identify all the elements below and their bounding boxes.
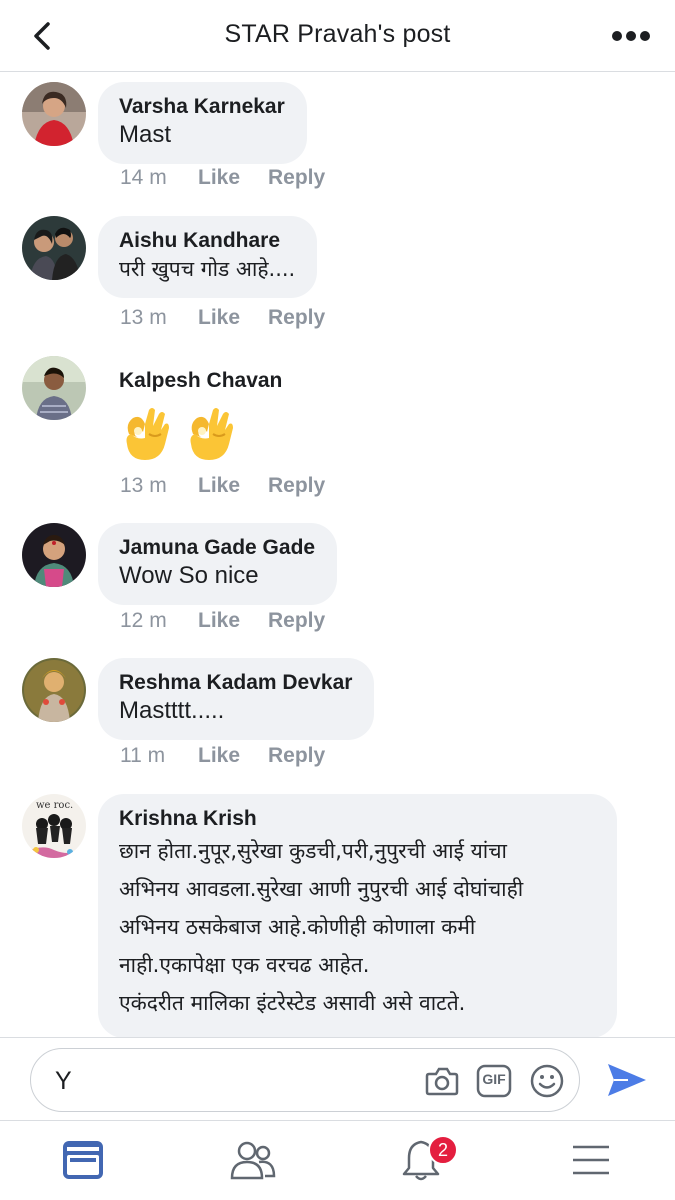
avatar[interactable] bbox=[22, 523, 86, 587]
news-feed-icon bbox=[63, 1141, 103, 1179]
comment-actions: 13 m Like Reply bbox=[120, 474, 325, 498]
comment-actions: 13 m Like Reply bbox=[120, 306, 325, 330]
comment-actions: 11 m Like Reply bbox=[120, 744, 325, 768]
comment-input-value: Y bbox=[55, 1067, 72, 1095]
like-link[interactable]: Like bbox=[198, 744, 268, 768]
comment-time: 14 m bbox=[120, 166, 167, 189]
send-icon bbox=[608, 1064, 646, 1096]
comment-bubble: Aishu Kandhare परी खुपच गोड आहे.... bbox=[98, 216, 318, 298]
comment-input[interactable]: Y GIF bbox=[30, 1048, 580, 1112]
reply-link[interactable]: Reply bbox=[268, 306, 325, 329]
camera-button[interactable] bbox=[424, 1063, 460, 1099]
comment-bubble: Varsha Karnekar Mast bbox=[98, 82, 307, 164]
more-dots-icon bbox=[612, 31, 650, 41]
comment-text: Wow So nice bbox=[119, 562, 259, 589]
comment-author[interactable]: Reshma Kadam Devkar bbox=[119, 670, 352, 696]
comment-author[interactable]: Krishna Krish bbox=[119, 806, 595, 832]
comment-composer: Y GIF bbox=[0, 1037, 675, 1120]
ok-hand-emoji-icon bbox=[126, 408, 169, 460]
emoji-icon bbox=[530, 1064, 564, 1098]
comment-text: छान होता.नुपूर,सुरेखा कुडची,परी,नुपुरची … bbox=[119, 839, 524, 1015]
tab-friends[interactable] bbox=[228, 1135, 278, 1185]
reply-link[interactable]: Reply bbox=[268, 744, 325, 767]
comment-text bbox=[119, 404, 282, 464]
avatar[interactable]: we roc. bbox=[22, 794, 86, 858]
comment-bubble: Krishna Krish छान होता.नुपूर,सुरेखा कुडच… bbox=[98, 794, 617, 1038]
avatar[interactable] bbox=[22, 356, 86, 420]
ok-hand-emoji-icon bbox=[190, 408, 233, 460]
comment-bubble: Jamuna Gade Gade Wow So nice bbox=[98, 523, 338, 605]
notification-count-badge: 2 bbox=[428, 1135, 458, 1165]
reply-link[interactable]: Reply bbox=[268, 609, 325, 632]
gif-label: GIF bbox=[482, 1071, 506, 1087]
comment-bubble: Kalpesh Chavan bbox=[98, 356, 304, 478]
comment-text: Mastttt..... bbox=[119, 697, 225, 724]
like-link[interactable]: Like bbox=[198, 166, 268, 190]
emoji-button[interactable] bbox=[529, 1063, 565, 1099]
comment-time: 13 m bbox=[120, 474, 167, 497]
avatar[interactable] bbox=[22, 658, 86, 722]
gif-button[interactable]: GIF bbox=[476, 1063, 512, 1099]
comment-time: 11 m bbox=[120, 744, 166, 767]
comment-author[interactable]: Kalpesh Chavan bbox=[119, 368, 282, 394]
comment-actions: 12 m Like Reply bbox=[120, 609, 325, 633]
comment-text: Mast bbox=[119, 121, 172, 148]
comment-bubble: Reshma Kadam Devkar Mastttt..... bbox=[98, 658, 375, 740]
send-button[interactable] bbox=[606, 1062, 648, 1098]
tab-news-feed[interactable] bbox=[58, 1135, 108, 1185]
more-options-button[interactable] bbox=[609, 22, 653, 50]
menu-icon bbox=[573, 1145, 609, 1175]
top-bar: STAR Pravah's post bbox=[0, 0, 675, 72]
friends-icon bbox=[230, 1141, 276, 1180]
reply-link[interactable]: Reply bbox=[268, 474, 325, 497]
bottom-tab-bar: 2 bbox=[0, 1120, 675, 1200]
tab-menu[interactable] bbox=[566, 1135, 616, 1185]
comment-time: 12 m bbox=[120, 609, 167, 632]
comment-author[interactable]: Aishu Kandhare bbox=[119, 228, 295, 254]
comment-text: परी खुपच गोड आहे.... bbox=[119, 257, 296, 281]
comment-time: 13 m bbox=[120, 306, 167, 329]
like-link[interactable]: Like bbox=[198, 474, 268, 498]
comment-author[interactable]: Jamuna Gade Gade bbox=[119, 535, 315, 561]
comment-actions: 14 m Like Reply bbox=[120, 166, 325, 190]
page-title: STAR Pravah's post bbox=[224, 20, 451, 48]
svg-text:we roc.: we roc. bbox=[36, 800, 73, 811]
avatar[interactable] bbox=[22, 82, 86, 146]
comment-author[interactable]: Varsha Karnekar bbox=[119, 94, 285, 120]
like-link[interactable]: Like bbox=[198, 306, 268, 330]
camera-icon bbox=[425, 1067, 459, 1096]
reply-link[interactable]: Reply bbox=[268, 166, 325, 189]
like-link[interactable]: Like bbox=[198, 609, 268, 633]
avatar[interactable] bbox=[22, 216, 86, 280]
